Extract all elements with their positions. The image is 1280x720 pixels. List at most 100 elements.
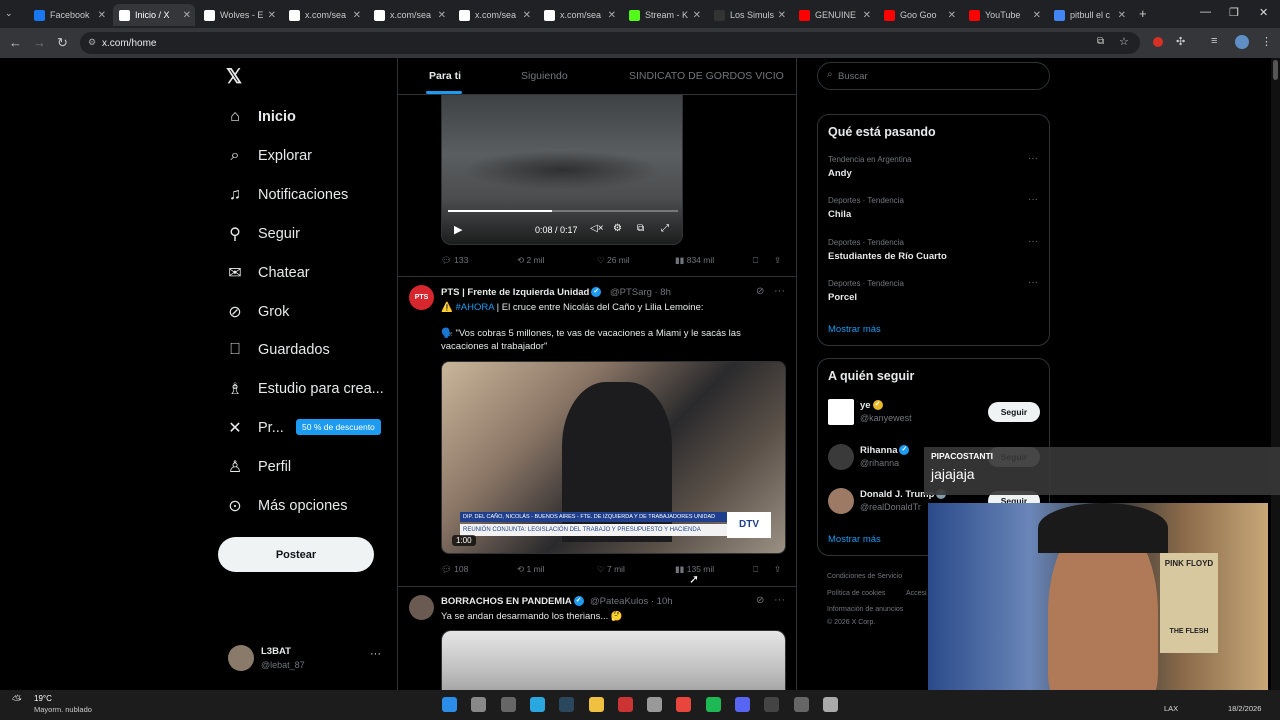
tab-close-icon[interactable]: ✕ (693, 10, 701, 21)
tab-close-icon[interactable]: ✕ (268, 10, 276, 21)
steam-icon[interactable] (559, 697, 575, 712)
tweet-author-handle[interactable]: @PateaKulos · 10h (590, 596, 673, 607)
file-explorer-icon[interactable] (588, 697, 604, 712)
reply-button[interactable]: 💬︎ 133 (441, 255, 468, 266)
close-window-icon[interactable]: ✕ (1259, 6, 1268, 19)
search-input[interactable]: ⌕ Buscar (817, 62, 1050, 90)
like-button[interactable]: ♡ 7 mil (597, 564, 625, 575)
tab-close-icon[interactable]: ✕ (608, 10, 616, 21)
browser-tab[interactable]: x.com/sea ✕ (368, 4, 450, 26)
browser-tab[interactable]: Stream - K ✕ (623, 4, 705, 26)
bookmark-icon[interactable]: ⎕ (753, 255, 758, 266)
start-icon[interactable] (442, 697, 457, 712)
tab-close-icon[interactable]: ✕ (353, 10, 361, 21)
back-icon[interactable]: ← (9, 35, 22, 50)
follow-name[interactable]: ye ✓ (860, 400, 883, 411)
tab-close-icon[interactable]: ✕ (1118, 10, 1126, 21)
post-button[interactable]: Postear (218, 537, 374, 572)
weather-desc[interactable]: Mayorm. nublado (34, 705, 92, 714)
spotify-icon[interactable] (705, 697, 721, 712)
nav-item-creator-studio[interactable]: ♗ Estudio para crea... (226, 374, 384, 404)
like-button[interactable]: ♡ 26 mil (597, 255, 630, 266)
nav-item-more-options[interactable]: ⊙ Más opciones (226, 491, 347, 521)
browser-tab[interactable]: Inicio / X ✕ (113, 4, 195, 26)
browser-tab[interactable]: x.com/sea ✕ (453, 4, 535, 26)
tweet-author-handle[interactable]: @PTSarg · 8h (610, 287, 671, 298)
extensions-puzzle-icon[interactable]: ✣ (1176, 35, 1185, 48)
bookmark-icon[interactable]: ⎕ (753, 564, 758, 575)
weather-icon[interactable]: ⛅︎ (12, 693, 22, 708)
tab-para-ti[interactable]: Para ti (429, 70, 461, 82)
task-view-icon[interactable] (471, 697, 487, 712)
nav-item-home[interactable]: ⌂ Inicio (226, 102, 296, 132)
tweet-more-icon[interactable]: ··· (774, 285, 785, 297)
reload-icon[interactable]: ↻ (57, 35, 68, 51)
tweet-video-player[interactable]: ▶ 0:08 / 0:17 ◁× ⚙ ⧉ ⤢ (441, 95, 683, 245)
reply-button[interactable]: 💬︎ 108 (441, 564, 468, 575)
browser-tab[interactable]: x.com/sea ✕ (283, 4, 365, 26)
reading-list-icon[interactable]: ≡ (1211, 35, 1217, 47)
follow-avatar[interactable] (828, 399, 854, 425)
widgets-icon[interactable] (529, 697, 545, 712)
scrollbar-thumb[interactable] (1273, 60, 1278, 80)
fullscreen-icon[interactable]: ⤢ (661, 223, 669, 234)
url-field[interactable]: x.com/home (80, 32, 1140, 54)
browser-tab[interactable]: Facebook ✕ (28, 4, 110, 26)
tab-close-icon[interactable]: ✕ (778, 10, 786, 21)
extension-icon[interactable] (1153, 37, 1163, 47)
x-logo-icon[interactable]: 𝕏 (226, 64, 242, 89)
mute-icon[interactable]: ◁× (590, 223, 604, 234)
settings-icon[interactable] (822, 697, 838, 712)
browser-tab[interactable]: Goo Goo ✕ (878, 4, 960, 26)
nav-item-bookmark[interactable]: ⎕ Guardados (226, 335, 330, 365)
nav-item-x-premium[interactable]: ✕ Pr... (226, 413, 284, 443)
follow-show-more-link[interactable]: Mostrar más (828, 534, 881, 545)
tweet-author-name[interactable]: BORRACHOS EN PANDEMIA ✓ (441, 596, 584, 607)
trend-more-icon[interactable]: ··· (1028, 153, 1038, 164)
tweet-author-avatar[interactable] (409, 595, 434, 620)
video-progress-track[interactable] (448, 210, 678, 212)
tweet-more-icon[interactable]: ··· (774, 594, 785, 606)
nav-item-search[interactable]: ⌕ Explorar (226, 141, 312, 171)
tab-close-icon[interactable]: ✕ (98, 10, 106, 21)
follow-name[interactable]: Rihanna ✓ (860, 445, 910, 456)
tab-close-icon[interactable]: ✕ (1033, 10, 1041, 21)
chrome-icon[interactable] (676, 697, 692, 712)
discord-icon[interactable] (735, 697, 750, 712)
taskbar-date[interactable]: 18/2/2026 (1228, 704, 1261, 713)
tweet-author-name[interactable]: PTS | Frente de Izquierda Unidad ✓ (441, 287, 602, 298)
grok-explain-icon[interactable]: ⊘ (756, 286, 764, 297)
profile-avatar-icon[interactable] (1235, 35, 1249, 49)
footer-ads-info-link[interactable]: Información de anuncios (827, 606, 903, 613)
forward-icon[interactable]: → (33, 35, 46, 50)
follow-avatar[interactable] (828, 443, 854, 470)
new-tab-button[interactable]: + (1139, 6, 1147, 21)
install-app-icon[interactable]: ⧉ (1097, 36, 1104, 47)
hashtag-link[interactable]: #AHORA (455, 302, 494, 313)
repost-button[interactable]: ⟲ 1 mil (517, 564, 544, 575)
tab-sindicato[interactable]: SINDICATO DE GORDOS VICIO (629, 70, 784, 82)
keyboard-lang[interactable]: LAX (1164, 704, 1178, 713)
follow-avatar[interactable] (828, 488, 854, 514)
footer-cookies-link[interactable]: Política de cookies (827, 590, 885, 597)
browser-tab[interactable]: YouTube ✕ (963, 4, 1045, 26)
tweet-video-thumbnail[interactable]: DIP. DEL CAÑO, NICOLÁS - BUENOS AIRES - … (441, 361, 786, 554)
browser-tab[interactable]: pitbull el c ✕ (1048, 4, 1130, 26)
app-icon[interactable] (793, 697, 809, 712)
views-button[interactable]: ▮▮ 834 mil (675, 255, 714, 266)
trend-more-icon[interactable]: ··· (1028, 236, 1038, 247)
repost-button[interactable]: ⟲ 2 mil (517, 255, 544, 266)
nav-item-bell[interactable]: ♫ Notificaciones (226, 180, 348, 210)
tab-close-icon[interactable]: ✕ (863, 10, 871, 21)
browser-tab[interactable]: GENUINE ✕ (793, 4, 875, 26)
nav-item-add-user[interactable]: ⚲ Seguir (226, 219, 300, 249)
minimize-icon[interactable]: — (1200, 6, 1211, 18)
browser-menu-icon[interactable]: ⋮ (1261, 35, 1272, 48)
restore-icon[interactable]: ❐ (1229, 6, 1239, 19)
footer-terms-link[interactable]: Condiciones de Servicio (827, 573, 902, 580)
tab-close-icon[interactable]: ✕ (948, 10, 956, 21)
settings-gear-icon[interactable]: ⚙ (613, 223, 622, 234)
share-icon[interactable]: ⇪ (774, 564, 781, 575)
tab-close-icon[interactable]: ✕ (438, 10, 446, 21)
tweet-author-avatar[interactable]: PTS (409, 285, 434, 310)
